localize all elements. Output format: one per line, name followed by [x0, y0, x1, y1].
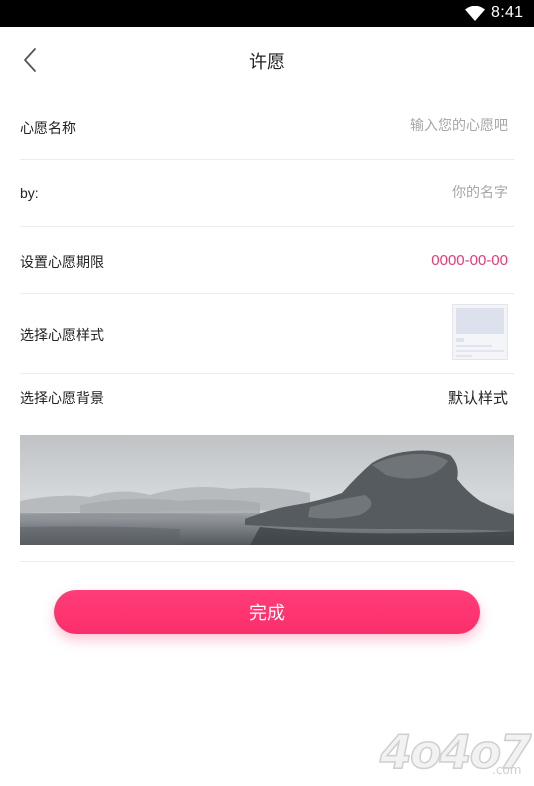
site-watermark-logo: 4o4o7 .com [374, 722, 534, 782]
header-bar: 许愿 [0, 27, 534, 93]
svg-text:.com: .com [492, 763, 521, 777]
divider [20, 159, 514, 160]
background-style-value[interactable]: 默认样式 [448, 387, 508, 408]
card-template-icon[interactable] [452, 304, 508, 360]
author-row: by: [20, 185, 514, 205]
page-title: 许愿 [249, 52, 285, 73]
wish-background-label: 选择心愿背景 [20, 391, 104, 407]
deadline-label: 设置心愿期限 [20, 255, 104, 271]
divider [20, 373, 514, 374]
author-name-input[interactable] [248, 185, 508, 201]
wifi-icon [465, 6, 485, 21]
status-time: 8:41 [491, 4, 524, 21]
deadline-row[interactable]: 设置心愿期限 0000-00-00 [20, 251, 514, 273]
status-bar: 8:41 [0, 0, 534, 27]
wish-style-label: 选择心愿样式 [20, 328, 104, 344]
wish-name-label: 心愿名称 [20, 121, 76, 137]
divider [20, 561, 514, 562]
background-preview-image[interactable] [20, 435, 514, 545]
wish-name-row: 心愿名称 [20, 118, 514, 138]
wish-name-input[interactable] [248, 118, 508, 134]
divider [20, 293, 514, 294]
author-label: by: [20, 185, 39, 201]
divider [20, 226, 514, 227]
wish-style-row: 选择心愿样式 [20, 304, 514, 362]
submit-button[interactable]: 完成 [54, 590, 480, 634]
wish-background-row[interactable]: 选择心愿背景 默认样式 [20, 387, 514, 409]
deadline-date-value[interactable]: 0000-00-00 [431, 252, 508, 269]
